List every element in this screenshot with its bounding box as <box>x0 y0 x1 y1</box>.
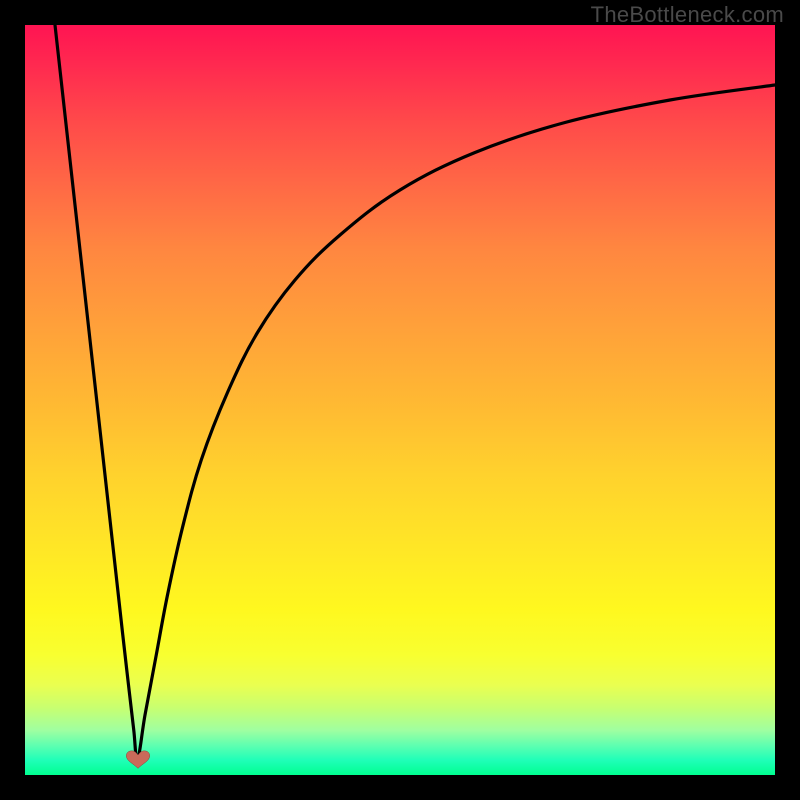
heart-shape <box>126 751 149 769</box>
curve-path <box>55 25 775 760</box>
heart-icon <box>124 750 152 770</box>
bottleneck-curve <box>25 25 775 775</box>
chart-frame: TheBottleneck.com <box>0 0 800 800</box>
plot-area <box>25 25 775 775</box>
watermark-text: TheBottleneck.com <box>591 2 784 28</box>
minimum-marker <box>124 750 152 770</box>
